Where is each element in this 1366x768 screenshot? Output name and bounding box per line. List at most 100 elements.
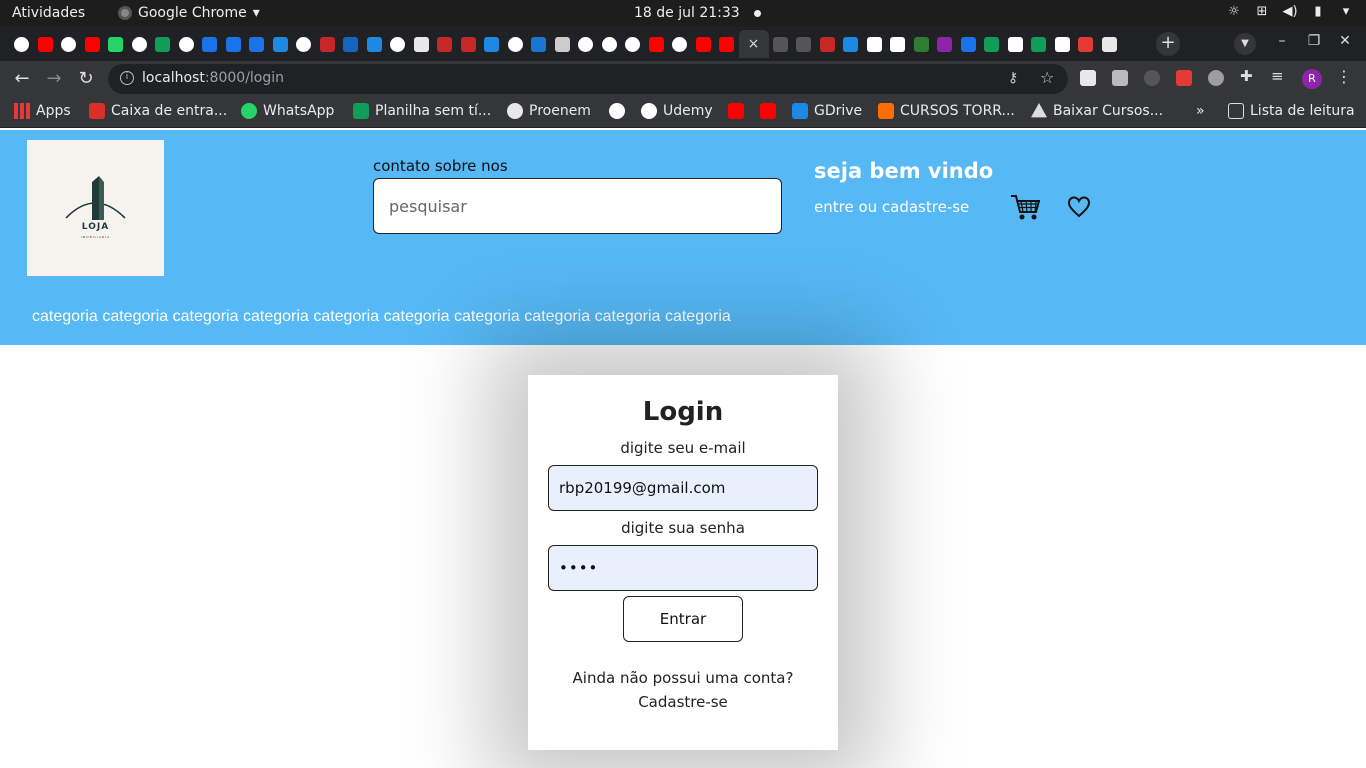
- browser-tab[interactable]: [222, 33, 246, 55]
- browser-tab[interactable]: [504, 33, 528, 55]
- close-window-icon[interactable]: ✕: [1335, 33, 1355, 49]
- browser-tab[interactable]: [551, 33, 575, 55]
- bookmark-whatsapp[interactable]: WhatsApp: [241, 103, 334, 119]
- reload-icon[interactable]: ↻: [75, 68, 97, 89]
- category-link[interactable]: categoria: [665, 308, 731, 326]
- back-arrow-icon[interactable]: ←: [11, 68, 33, 89]
- browser-tab[interactable]: [980, 33, 1004, 55]
- category-link[interactable]: categoria: [524, 308, 590, 326]
- browser-tab[interactable]: [81, 33, 105, 55]
- bookmark-cursos[interactable]: CURSOS TORR...: [878, 103, 1015, 119]
- more-bookmarks-icon[interactable]: »: [1196, 103, 1205, 119]
- category-link[interactable]: categoria: [102, 308, 168, 326]
- category-link[interactable]: categoria: [173, 308, 239, 326]
- reading-list[interactable]: Lista de leitura: [1228, 103, 1355, 119]
- browser-tab[interactable]: [198, 33, 222, 55]
- browser-tab[interactable]: [886, 33, 910, 55]
- bookmark-globe[interactable]: [609, 103, 625, 119]
- browser-tab[interactable]: [692, 33, 716, 55]
- browser-tab[interactable]: [457, 33, 481, 55]
- browser-tab[interactable]: [769, 33, 793, 55]
- bookmark-youtube[interactable]: [760, 103, 776, 119]
- bookmark-star-icon[interactable]: ☆: [1040, 68, 1054, 87]
- browser-tab[interactable]: [933, 33, 957, 55]
- forward-arrow-icon[interactable]: →: [43, 68, 65, 89]
- browser-tab[interactable]: [363, 33, 387, 55]
- browser-tab[interactable]: [839, 33, 863, 55]
- store-logo[interactable]: LOJA IMOBILIÁRIA: [27, 140, 164, 276]
- bookmark-proenem[interactable]: Proenem: [507, 103, 591, 119]
- category-link[interactable]: categoria: [243, 308, 309, 326]
- new-tab-button[interactable]: +: [1156, 32, 1180, 56]
- browser-tab[interactable]: [316, 33, 340, 55]
- browser-tab[interactable]: [151, 33, 175, 55]
- browser-tab[interactable]: [175, 33, 199, 55]
- more-menu-icon[interactable]: ⋮: [1336, 67, 1352, 86]
- browser-tab[interactable]: [292, 33, 316, 55]
- key-icon[interactable]: ⚷: [1008, 70, 1018, 86]
- browser-tab[interactable]: [10, 33, 34, 55]
- bookmark-youtube[interactable]: [728, 103, 744, 119]
- browser-tab[interactable]: [598, 33, 622, 55]
- browser-tab[interactable]: [1098, 33, 1122, 55]
- browser-tab[interactable]: [386, 33, 410, 55]
- browser-tab[interactable]: [910, 33, 934, 55]
- app-menu[interactable]: Google Chrome ▾: [118, 5, 260, 21]
- password-field[interactable]: [548, 545, 818, 591]
- signup-link[interactable]: Cadastre-se: [528, 693, 838, 711]
- bookmark-apps[interactable]: Apps: [14, 103, 71, 119]
- browser-tab[interactable]: [621, 33, 645, 55]
- browser-tab[interactable]: [645, 33, 669, 55]
- browser-tab[interactable]: [34, 33, 58, 55]
- browser-tab[interactable]: [792, 33, 816, 55]
- puzzle-icon[interactable]: ✚: [1240, 67, 1256, 85]
- tab-search-button[interactable]: ▼: [1234, 33, 1256, 55]
- bookmark-udemy[interactable]: Udemy: [641, 103, 713, 119]
- clock[interactable]: 18 de jul 21:33: [634, 5, 761, 21]
- login-submit-button[interactable]: Entrar: [623, 596, 743, 642]
- browser-tab[interactable]: [668, 33, 692, 55]
- category-link[interactable]: categoria: [595, 308, 661, 326]
- browser-tab[interactable]: [433, 33, 457, 55]
- browser-tab[interactable]: [863, 33, 887, 55]
- search-input[interactable]: [373, 178, 782, 234]
- heart-icon[interactable]: [1067, 196, 1091, 218]
- info-icon[interactable]: i: [120, 71, 134, 85]
- browser-tab[interactable]: [574, 33, 598, 55]
- browser-tab[interactable]: [480, 33, 504, 55]
- browser-tab[interactable]: [1051, 33, 1075, 55]
- cart-icon[interactable]: [1010, 194, 1040, 222]
- email-field[interactable]: [548, 465, 818, 511]
- system-tray[interactable]: ☼ ⊞ ◀) ▮ ▾: [1226, 4, 1354, 19]
- browser-tab[interactable]: [715, 33, 739, 55]
- browser-tab[interactable]: [1027, 33, 1051, 55]
- extension-icon[interactable]: [1176, 70, 1192, 86]
- close-icon[interactable]: ×: [748, 36, 760, 52]
- browser-tab[interactable]: [339, 33, 363, 55]
- extension-icon[interactable]: [1112, 70, 1128, 86]
- login-signup-link[interactable]: entre ou cadastre-se: [814, 198, 969, 216]
- browser-tab[interactable]: [245, 33, 269, 55]
- active-tab[interactable]: ×: [738, 30, 769, 58]
- browser-tab[interactable]: [1004, 33, 1028, 55]
- extension-icon[interactable]: [1144, 70, 1160, 86]
- browser-tab[interactable]: [269, 33, 293, 55]
- bookmark-gdrive[interactable]: GDrive: [792, 103, 862, 119]
- browser-tab[interactable]: [410, 33, 434, 55]
- browser-tab[interactable]: [128, 33, 152, 55]
- maximize-icon[interactable]: ❐: [1304, 33, 1324, 49]
- media-control-icon[interactable]: ≡: [1271, 67, 1287, 85]
- category-link[interactable]: categoria: [384, 308, 450, 326]
- bookmark-gmail[interactable]: Caixa de entra...: [89, 103, 227, 119]
- browser-tab[interactable]: [57, 33, 81, 55]
- browser-tab[interactable]: [527, 33, 551, 55]
- translate-extension-icon[interactable]: [1080, 70, 1096, 86]
- category-link[interactable]: categoria: [32, 308, 98, 326]
- profile-avatar[interactable]: R: [1302, 69, 1322, 89]
- extension-icon[interactable]: [1208, 70, 1224, 86]
- browser-tab[interactable]: [104, 33, 128, 55]
- activities-button[interactable]: Atividades: [12, 5, 85, 21]
- category-link[interactable]: categoria: [454, 308, 520, 326]
- browser-tab[interactable]: [1074, 33, 1098, 55]
- bookmark-sheets[interactable]: Planilha sem tí...: [353, 103, 491, 119]
